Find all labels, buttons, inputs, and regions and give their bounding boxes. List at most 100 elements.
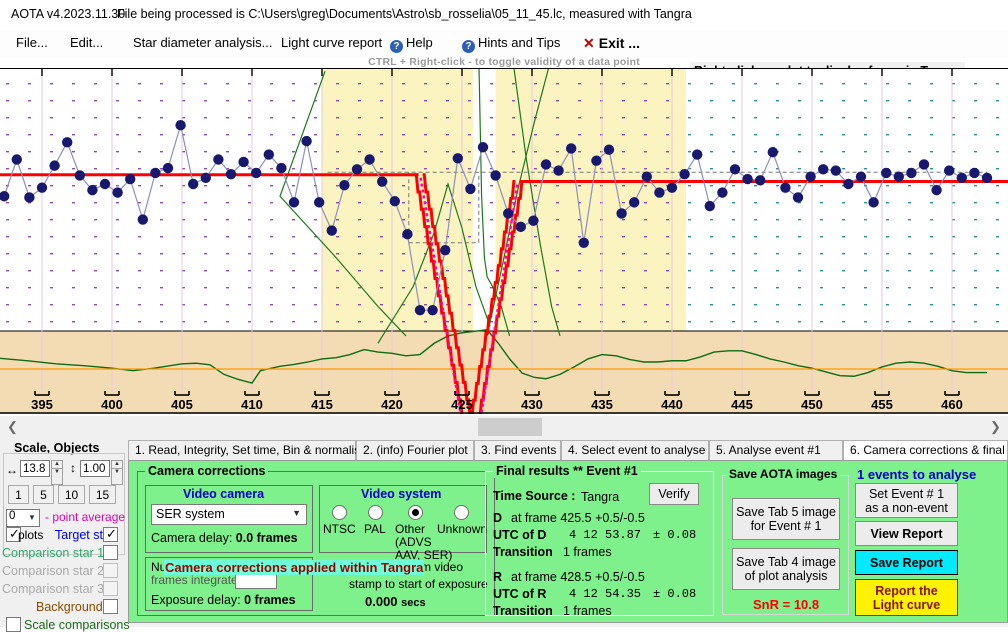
svg-text:400: 400 [101,397,123,412]
menu-file[interactable]: File... [16,35,48,50]
horizontal-scale-input[interactable] [20,460,50,477]
final-results-legend-a: Final results [496,464,570,478]
utc-of-d-label: UTC of D [493,528,547,542]
radio-pal[interactable] [368,505,383,520]
question-mark-icon-2: ? [462,40,475,53]
menu-edit[interactable]: Edit... [70,35,103,50]
scale-preset-1[interactable]: 1 [8,485,29,504]
snr-value: SnR = 10.8 [753,597,820,612]
d-label: D [493,511,503,525]
svg-text:430: 430 [521,397,543,412]
scrollbar-thumb[interactable] [478,418,542,436]
verify-button[interactable]: Verify [649,483,699,505]
save-tab5-image-button[interactable]: Save Tab 5 image for Event # 1 [732,498,840,540]
set-non-event-button[interactable]: Set Event # 1 as a non-event [855,483,958,518]
d-frame-text: at frame 425.5 +0.5/-0.5 [511,511,645,525]
svg-text:420: 420 [381,397,403,412]
secs-value: 0.000 [365,594,398,609]
exposure-delay-row: Exposure delay: 0 frames [151,593,296,607]
menu-exit-label: Exit ... [598,35,640,51]
scale-objects-panel: Scale, Objects ↔ ▲ ▼ ↕ ▲ ▼ 1 5 10 15 0 ▼… [0,439,130,632]
plot-horizontal-scrollbar[interactable]: ❮ ❯ [0,416,1008,438]
d-transition-value: 1 frames [563,545,612,559]
menu-hints-and-tips[interactable]: ? Hints and Tips [462,35,560,53]
svg-text:415: 415 [311,397,333,412]
tab-3-find-events[interactable]: 3. Find events [474,440,561,460]
report-lc-line2: Light curve [872,597,941,612]
object-checkbox-comparison-star-3 [103,581,118,596]
exposure-delay-value: 0 frames [244,593,296,607]
save-tab4-line1: Save Tab 4 image [736,555,836,569]
view-report-button[interactable]: View Report [855,521,958,546]
chevron-down-icon-camera: ▼ [292,508,301,518]
utc-of-d-error: ± 0.08 [653,528,697,542]
object-checkbox-comparison-star-1[interactable] [103,545,118,560]
svg-text:395: 395 [31,397,53,412]
radio-other[interactable] [408,505,423,520]
exposure-delay-label: Exposure delay: [151,593,241,607]
tab-1-read-integrity[interactable]: 1. Read, Integrity, Set time, Bin & norm… [128,440,367,460]
radio-pal-label: PAL [364,522,386,536]
vertical-scale-spin-down[interactable]: ▼ [111,468,123,485]
utc-of-r-label: UTC of R [493,587,547,601]
object-checkbox-background[interactable] [103,599,118,614]
processed-file-text: File being processed is C:\Users\greg\Do… [117,7,692,21]
menu-help[interactable]: ? Help [390,35,433,53]
tab-5-analyse-event[interactable]: 5. Analyse event #1 [709,440,843,460]
vertical-scale-input[interactable] [80,460,110,477]
video-system-title: Video system [361,487,442,501]
r-transition-label: Transition [493,604,553,618]
secs-row: 0.000 secs [365,594,426,609]
light-curve-svg[interactable]: 395 400 405 410 415 420 425 430 435 440 445 450 455 4… [0,69,1008,414]
radio-unknown[interactable] [454,505,469,520]
video-camera-select[interactable]: SER system ▼ [151,504,307,525]
time-source-label: Time Source : [493,489,576,503]
scale-preset-15[interactable]: 15 [89,485,116,504]
svg-text:410: 410 [241,397,263,412]
utc-of-d-value: 4 12 53.87 [569,528,642,542]
radio-unknown-label: Unknown [437,522,488,536]
radio-other-label: Other [395,522,426,536]
object-checkbox-comparison-star-2 [103,563,118,578]
scale-comparisons-checkbox[interactable] [6,617,21,632]
chevron-down-icon: ▼ [28,513,36,522]
menu-light-curve-report[interactable]: Light curve report [281,35,382,50]
radio-ntsc[interactable] [332,505,347,520]
scale-comparisons-label: Scale comparisons [24,618,130,632]
light-curve-plot[interactable]: 395 400 405 410 415 420 425 430 435 440 445 450 455 4… [0,68,1008,417]
menu-bar: File... Edit... Star diameter analysis..… [0,30,1008,80]
horizontal-scale-spin-down[interactable]: ▼ [51,468,63,485]
tab-6-camera-corrections[interactable]: 6. Camera corrections & final times Even… [843,440,1008,460]
save-aota-images-group [722,475,849,615]
save-report-button[interactable]: Save Report [855,550,958,575]
object-checkbox-target-star[interactable]: ✓ [103,526,118,542]
report-light-curve-button[interactable]: Report the Light curve [855,579,958,616]
final-results-legend-b: ** [573,464,583,478]
title-bar: AOTA v4.2023.11.30 File being processed … [0,0,1008,30]
scale-preset-5[interactable]: 5 [33,485,54,504]
save-tab5-line1: Save Tab 5 image [736,505,836,519]
svg-text:455: 455 [871,397,893,412]
menu-exit[interactable]: ✕ Exit ... [583,35,640,52]
svg-text:450: 450 [801,397,823,412]
camera-corrections-legend: Camera corrections [145,464,269,478]
save-tab4-image-button[interactable]: Save Tab 4 image of plot analysis [732,548,840,590]
scroll-left-icon[interactable]: ❮ [4,419,21,435]
scale-preset-10[interactable]: 10 [58,485,85,504]
menu-star-diameter-analysis[interactable]: Star diameter analysis... [133,35,272,50]
svg-text:435: 435 [591,397,613,412]
save-aota-images-legend: Save AOTA images [726,467,841,481]
scroll-right-icon[interactable]: ❯ [987,419,1004,435]
d-transition-label: Transition [493,545,553,559]
point-average-value: 0 [9,510,16,522]
menu-hints-label: Hints and Tips [478,35,561,50]
camera-corrections-tab-page: Camera corrections Video camera SER syst… [128,460,1008,623]
tab-4-select-event[interactable]: 4. Select event to analyse [561,440,709,460]
tab-2-fourier-plot[interactable]: 2. (info) Fourier plot [356,440,474,460]
menu-help-label: Help [406,35,433,50]
object-label-comparison-star-1: Comparison star 1 [2,546,105,560]
camera-delay-row: Camera delay: 0.0 frames [151,531,298,545]
svg-text:425: 425 [451,397,473,412]
report-lc-line1: Report the [875,583,938,598]
time-source-value: Tangra [581,490,620,504]
